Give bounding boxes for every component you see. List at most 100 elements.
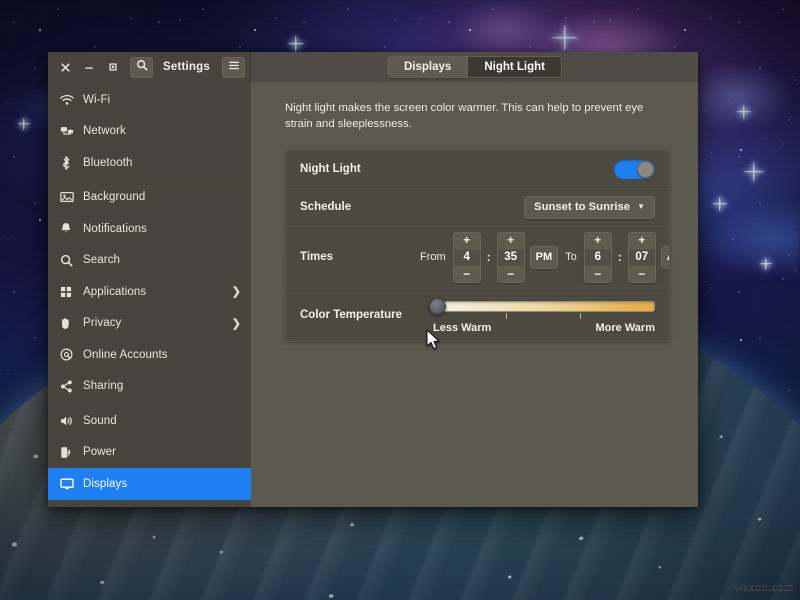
power-icon <box>60 446 79 459</box>
slider-ticks <box>433 313 655 320</box>
row-schedule: Schedule Sunset to Sunrise ▼ <box>286 189 669 227</box>
sidebar-item-label: Sound <box>79 415 241 427</box>
schedule-label: Schedule <box>300 201 418 213</box>
sidebar-item-label: Power <box>79 446 241 458</box>
sidebar-item-label: Bluetooth <box>79 157 241 169</box>
night-light-label: Night Light <box>300 163 418 175</box>
color-temperature-label: Color Temperature <box>300 309 418 321</box>
titlebar-left: Settings <box>48 52 251 82</box>
sidebar-item-label: Privacy <box>79 317 232 329</box>
more-warm-label: More Warm <box>596 322 656 334</box>
watermark: wsxdn.com <box>734 579 794 594</box>
desktop: Settings Displays Night Light <box>0 0 800 600</box>
to-hour-decrement[interactable]: − <box>585 267 611 282</box>
toggle-knob <box>637 161 654 178</box>
sidebar-separator <box>48 403 251 404</box>
maximize-icon[interactable] <box>102 57 124 77</box>
slider-tick <box>506 313 507 319</box>
from-minute-decrement[interactable]: − <box>498 267 524 282</box>
night-light-settings-card: Night Light Schedule Sunset to Sunris <box>285 150 670 342</box>
background-icon <box>60 191 79 203</box>
sidebar-item-mouse-touchpad[interactable]: Mouse & Touchpad <box>48 500 251 508</box>
to-minute-stepper[interactable]: + 07 − <box>628 232 656 283</box>
from-hour-stepper[interactable]: + 4 − <box>453 232 481 283</box>
sidebar-item-label: Applications <box>79 286 232 298</box>
close-icon[interactable] <box>54 57 76 77</box>
sidebar-item-displays[interactable]: Displays <box>48 468 251 500</box>
network-icon <box>60 125 79 137</box>
from-minute-increment[interactable]: + <box>498 233 524 248</box>
chevron-right-icon: ❯ <box>232 317 241 330</box>
row-night-light: Night Light <box>286 151 669 189</box>
window-body: Wi-Fi Network <box>48 82 698 507</box>
sidebar-separator <box>48 180 251 181</box>
to-hour-stepper[interactable]: + 6 − <box>584 232 612 283</box>
to-minute-increment[interactable]: + <box>629 233 655 248</box>
sidebar-item-sound[interactable]: Sound <box>48 405 251 437</box>
sidebar-item-power[interactable]: Power <box>48 437 251 469</box>
sidebar-item-applications[interactable]: Applications ❯ <box>48 276 251 308</box>
online-accounts-icon <box>60 348 79 361</box>
sidebar-item-background[interactable]: Background <box>48 182 251 214</box>
search-button[interactable] <box>130 57 153 78</box>
from-time-colon: : <box>486 250 492 264</box>
from-hour-increment[interactable]: + <box>454 233 480 248</box>
tab-night-light[interactable]: Night Light <box>468 57 561 77</box>
less-warm-label: Less Warm <box>433 322 491 334</box>
from-hour-decrement[interactable]: − <box>454 267 480 282</box>
search-icon <box>60 254 79 267</box>
sidebar-item-label: Sharing <box>79 380 241 392</box>
hamburger-menu-icon <box>228 58 240 76</box>
schedule-dropdown[interactable]: Sunset to Sunrise ▼ <box>524 196 655 219</box>
from-label: From <box>418 251 448 263</box>
app-title: Settings <box>157 61 216 73</box>
bluetooth-icon <box>60 156 79 170</box>
from-minute-value: 35 <box>498 248 524 267</box>
night-light-description: Night light makes the screen color warme… <box>285 100 645 133</box>
sidebar-item-label: Displays <box>79 478 241 490</box>
slider-track <box>433 301 655 312</box>
sound-icon <box>60 415 79 427</box>
slider-endpoint-labels: Less Warm More Warm <box>433 322 655 334</box>
slider-handle[interactable] <box>429 298 446 315</box>
hamburger-menu-button[interactable] <box>222 57 245 78</box>
titlebar: Settings Displays Night Light <box>48 52 698 82</box>
privacy-hand-icon <box>60 317 79 330</box>
sidebar-item-wifi[interactable]: Wi-Fi <box>48 84 251 116</box>
content-panel: Night light makes the screen color warme… <box>251 82 698 507</box>
sidebar-item-network[interactable]: Network <box>48 116 251 148</box>
search-icon <box>136 58 148 76</box>
sidebar-item-notifications[interactable]: Notifications <box>48 213 251 245</box>
sidebar-item-sharing[interactable]: Sharing <box>48 371 251 403</box>
minimize-icon[interactable] <box>78 57 100 77</box>
to-hour-value: 6 <box>585 248 611 267</box>
chevron-right-icon: ❯ <box>232 285 241 298</box>
sidebar-item-privacy[interactable]: Privacy ❯ <box>48 308 251 340</box>
sidebar-item-search[interactable]: Search <box>48 245 251 277</box>
chevron-down-icon: ▼ <box>637 203 645 211</box>
tab-displays[interactable]: Displays <box>388 57 468 77</box>
sidebar: Wi-Fi Network <box>48 82 251 507</box>
sidebar-item-bluetooth[interactable]: Bluetooth <box>48 147 251 179</box>
times-label: Times <box>300 251 418 263</box>
to-meridiem-button[interactable]: AM <box>661 246 670 269</box>
row-color-temperature: Color Temperature Less Warm <box>286 289 669 341</box>
to-label: To <box>563 251 579 263</box>
from-minute-stepper[interactable]: + 35 − <box>497 232 525 283</box>
night-light-toggle[interactable] <box>614 160 655 179</box>
slider-tick <box>580 313 581 319</box>
sidebar-item-label: Wi-Fi <box>79 94 241 106</box>
titlebar-right: Displays Night Light <box>251 52 698 82</box>
from-meridiem-button[interactable]: PM <box>530 246 559 269</box>
sidebar-item-label: Background <box>79 191 241 203</box>
applications-icon <box>60 286 79 298</box>
view-tabs: Displays Night Light <box>387 56 562 78</box>
color-temperature-slider[interactable]: Less Warm More Warm <box>433 301 655 334</box>
to-hour-increment[interactable]: + <box>585 233 611 248</box>
row-times: Times From + 4 − : <box>286 227 669 289</box>
sidebar-item-online-accounts[interactable]: Online Accounts <box>48 339 251 371</box>
from-hour-value: 4 <box>454 248 480 267</box>
wifi-icon <box>60 94 79 106</box>
to-minute-decrement[interactable]: − <box>629 267 655 282</box>
schedule-value: Sunset to Sunrise <box>534 201 630 213</box>
